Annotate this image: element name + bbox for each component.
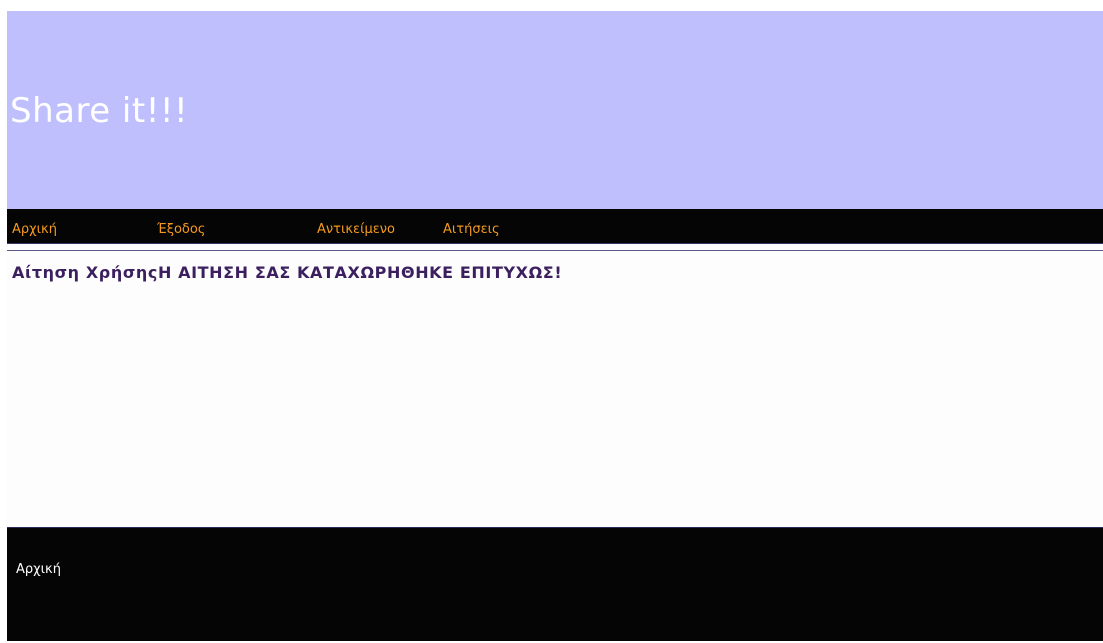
header-banner: Share it!!! xyxy=(7,11,1103,209)
nav-item-object[interactable]: Αντικείμενο xyxy=(317,222,395,237)
site-title: Share it!!! xyxy=(10,91,189,131)
nav-item-requests[interactable]: Αιτήσεις xyxy=(443,222,500,237)
main-nav: Αρχική Έξοδος Αντικείμενο Αιτήσεις xyxy=(7,209,1103,244)
page-heading: Αίτηση ΧρήσηςΗ ΑΙΤΗΣΗ ΣΑΣ ΚΑΤΑΧΩΡΗΘΗΚΕ Ε… xyxy=(12,263,563,282)
footer-link-home[interactable]: Αρχική xyxy=(16,562,61,577)
page: Share it!!! Αρχική Έξοδος Αντικείμενο Αι… xyxy=(7,11,1103,643)
nav-item-logout[interactable]: Έξοδος xyxy=(157,222,205,237)
main-content: Αίτηση ΧρήσηςΗ ΑΙΤΗΣΗ ΣΑΣ ΚΑΤΑΧΩΡΗΘΗΚΕ Ε… xyxy=(7,251,1103,528)
nav-divider xyxy=(7,244,1103,251)
nav-item-home[interactable]: Αρχική xyxy=(12,222,57,237)
footer: Αρχική xyxy=(7,528,1103,641)
